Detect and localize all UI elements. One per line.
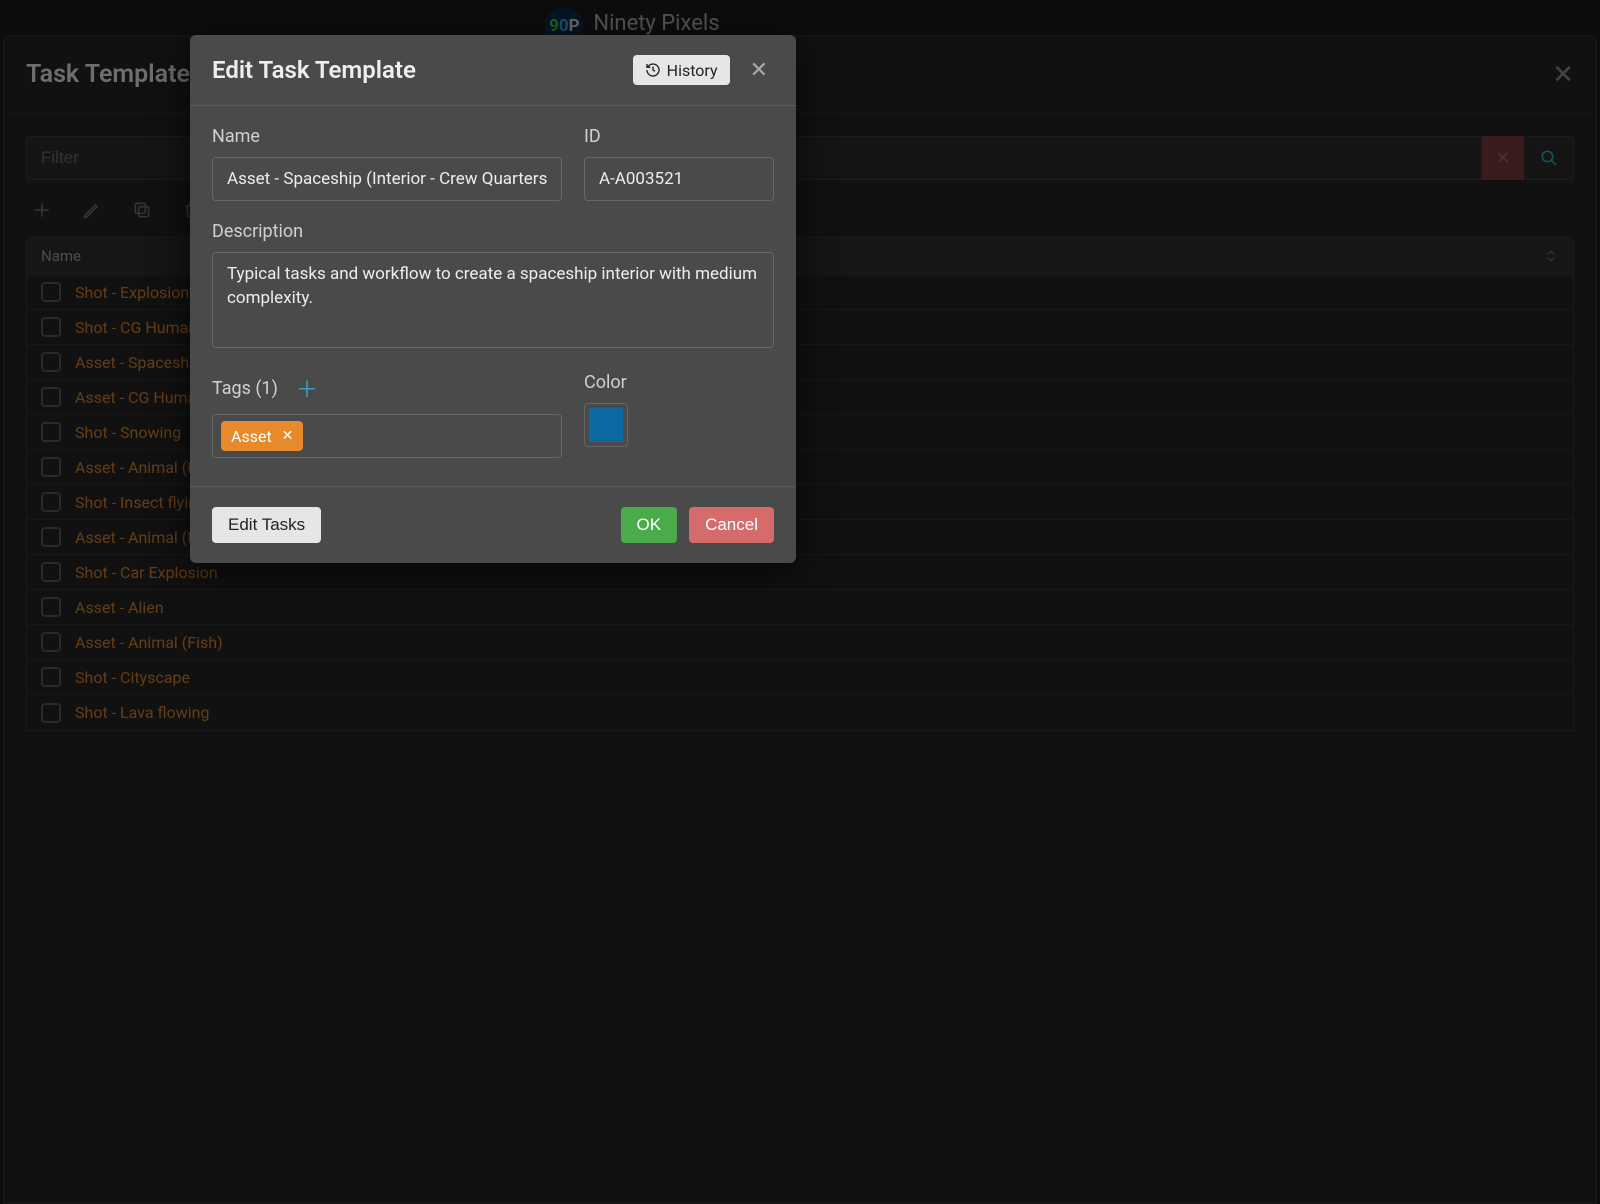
modal-title: Edit Task Template — [212, 56, 416, 84]
history-icon — [645, 62, 661, 78]
edit-tasks-button[interactable]: Edit Tasks — [212, 507, 321, 543]
id-input[interactable] — [584, 157, 774, 201]
name-label: Name — [212, 126, 562, 147]
modal-close-button[interactable]: ✕ — [744, 58, 774, 83]
remove-tag-button[interactable]: ✕ — [282, 428, 294, 444]
id-label: ID — [584, 126, 774, 147]
tag-chip: Asset ✕ — [221, 421, 303, 451]
description-input[interactable] — [212, 252, 774, 348]
color-swatch — [589, 408, 623, 442]
plus-icon: ＋ — [296, 378, 318, 403]
history-label: History — [667, 61, 718, 80]
tags-label: Tags (1) — [212, 378, 278, 399]
name-input[interactable] — [212, 157, 562, 201]
history-button[interactable]: History — [633, 55, 730, 85]
modal-header: Edit Task Template History ✕ — [190, 35, 796, 105]
edit-task-template-modal: Edit Task Template History ✕ Name ID Des… — [190, 35, 796, 563]
modal-body: Name ID Description Tags (1) ＋ — [190, 106, 796, 486]
ok-button[interactable]: OK — [621, 507, 678, 543]
add-tag-button[interactable]: ＋ — [296, 372, 318, 404]
modal-footer: Edit Tasks OK Cancel — [190, 486, 796, 563]
tag-label: Asset — [231, 427, 272, 446]
color-picker[interactable] — [584, 403, 628, 447]
description-label: Description — [212, 221, 774, 242]
tags-input[interactable]: Asset ✕ — [212, 414, 562, 458]
cancel-button[interactable]: Cancel — [689, 507, 774, 543]
color-label: Color — [584, 372, 774, 393]
